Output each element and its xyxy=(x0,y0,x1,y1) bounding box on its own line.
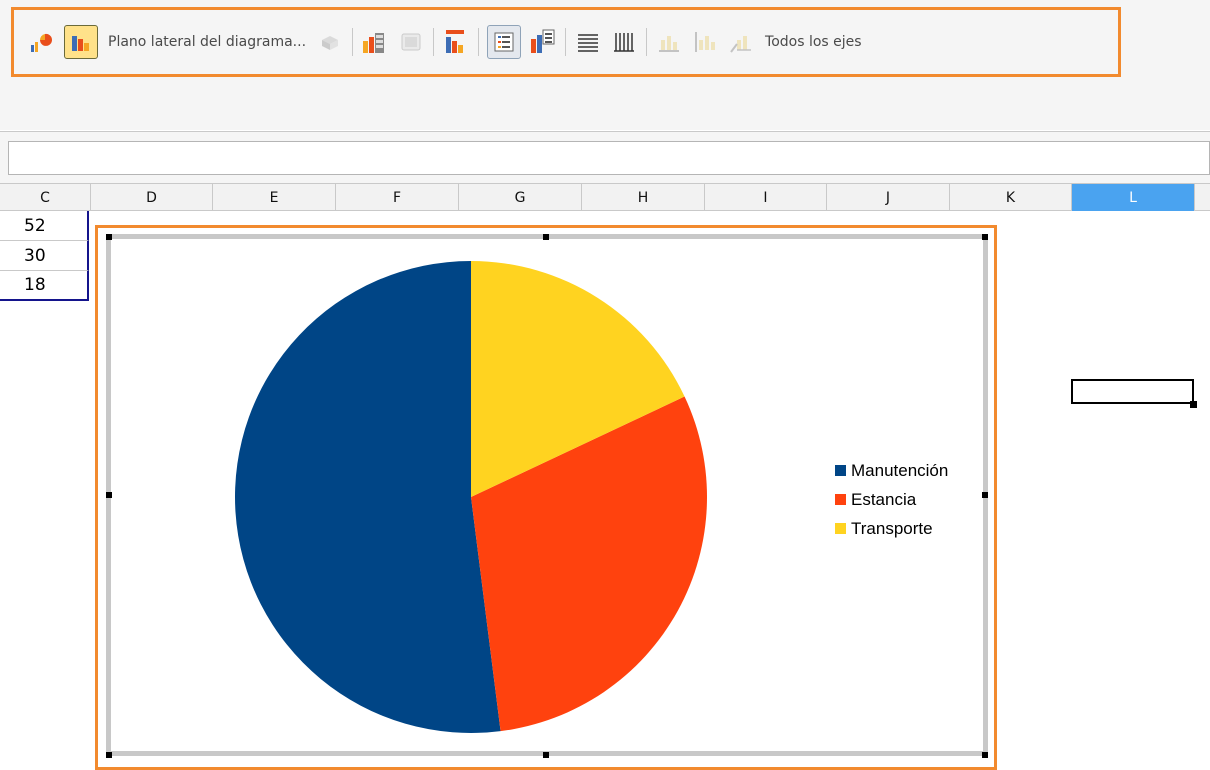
column-header-e[interactable]: E xyxy=(213,184,336,211)
column-header-d[interactable]: D xyxy=(91,184,213,211)
cell-c2[interactable]: 30 xyxy=(0,241,89,271)
column-header-f[interactable]: F xyxy=(336,184,459,211)
legend-swatch xyxy=(835,523,846,534)
resize-handle[interactable] xyxy=(106,234,112,240)
vertical-grids-icon[interactable] xyxy=(610,28,638,56)
resize-handle[interactable] xyxy=(106,492,112,498)
legend-label: Estancia xyxy=(851,489,917,509)
chart-title-icon[interactable] xyxy=(442,28,470,56)
resize-handle[interactable] xyxy=(982,492,988,498)
formula-bar xyxy=(0,131,1210,184)
pie-slice-manutención[interactable] xyxy=(235,261,501,733)
column-header-k[interactable]: K xyxy=(950,184,1072,211)
separator xyxy=(433,28,435,56)
legend-item: Manutención xyxy=(835,456,948,485)
column-header-i[interactable]: I xyxy=(705,184,827,211)
toolbar-area: Plano lateral del diagrama... Todos los … xyxy=(0,0,1210,130)
resize-handle[interactable] xyxy=(543,752,549,758)
separator xyxy=(565,28,567,56)
all-axes-label[interactable]: Todos los ejes xyxy=(765,34,862,50)
chart-legend[interactable]: Manutención Estancia Transporte xyxy=(835,456,948,543)
cell-c1[interactable]: 52 xyxy=(0,211,89,241)
column-header-j[interactable]: J xyxy=(827,184,950,211)
resize-handle[interactable] xyxy=(543,234,549,240)
column-header-g[interactable]: G xyxy=(459,184,582,211)
chart-bars-icon[interactable] xyxy=(64,25,98,59)
selected-cell-l[interactable] xyxy=(1071,379,1194,404)
legend-label: Manutención xyxy=(851,460,949,480)
resize-handle[interactable] xyxy=(106,752,112,758)
separator xyxy=(352,28,354,56)
separator xyxy=(478,28,480,56)
legend-toggle-icon[interactable] xyxy=(487,25,522,59)
data-table-icon[interactable] xyxy=(397,28,425,56)
horizontal-grids-icon[interactable] xyxy=(574,28,602,56)
y-axis-icon[interactable] xyxy=(691,28,719,56)
column-headers: C D E F G H I J K L xyxy=(0,183,1210,211)
legend-item: Estancia xyxy=(835,485,948,514)
z-axis-icon[interactable] xyxy=(727,28,755,56)
chart-toolbar: Plano lateral del diagrama... Todos los … xyxy=(11,7,1121,77)
fill-handle[interactable] xyxy=(1190,401,1197,408)
legend-on-off-icon[interactable] xyxy=(529,28,557,56)
formula-input[interactable] xyxy=(8,141,1210,175)
chart-wall-label[interactable]: Plano lateral del diagrama... xyxy=(108,34,306,50)
legend-label: Transporte xyxy=(851,518,933,538)
column-header-h[interactable]: H xyxy=(582,184,705,211)
legend-swatch xyxy=(835,494,846,505)
legend-item: Transporte xyxy=(835,514,948,543)
data-cells: 52 30 18 xyxy=(0,211,90,303)
column-header-l[interactable]: L xyxy=(1072,184,1195,211)
data-range-icon[interactable] xyxy=(361,28,389,56)
column-header-c[interactable]: C xyxy=(0,184,91,211)
cell-c3[interactable]: 18 xyxy=(0,271,89,301)
3d-view-icon[interactable] xyxy=(316,28,344,56)
separator xyxy=(646,28,648,56)
legend-swatch xyxy=(835,465,846,476)
resize-handle[interactable] xyxy=(982,752,988,758)
x-axis-icon[interactable] xyxy=(655,28,683,56)
resize-handle[interactable] xyxy=(982,234,988,240)
chart-type-icon[interactable] xyxy=(28,28,56,56)
